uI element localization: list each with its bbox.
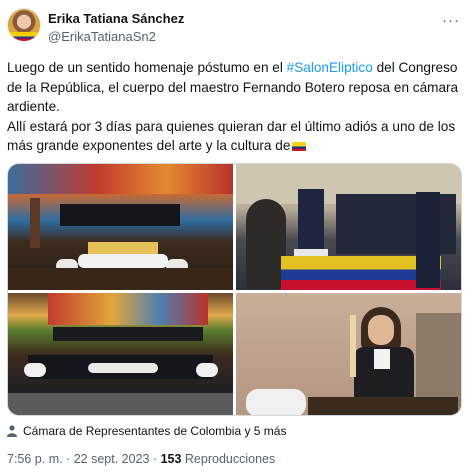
views-count: 153 [160,452,182,466]
tweet-text-part: Allí estará por 3 días para quienes quie… [7,118,456,154]
tweet-text-part: Luego de un sentido homenaje póstumo en … [7,60,287,75]
timestamp[interactable]: 7:56 p. m. · 22 sept. 2023 · [7,452,161,466]
hashtag-link[interactable]: #SalonEliptico [287,60,373,75]
tweet-meta: 7:56 p. m. · 22 sept. 2023 · 153 Reprodu… [7,452,275,466]
person-tag-icon [7,425,17,437]
more-icon[interactable]: ··· [442,12,460,29]
author-name[interactable]: Erika Tatiana Sánchez [48,11,184,26]
media-grid [7,163,462,416]
location-text: Cámara de Representantes de Colombia y 5… [23,424,287,438]
views-label: Reproducciones [181,452,276,466]
location-tag[interactable]: Cámara de Representantes de Colombia y 5… [7,424,286,438]
tweet-text: Luego de un sentido homenaje póstumo en … [7,58,462,156]
author-handle[interactable]: @ErikaTatianaSn2 [48,29,156,44]
avatar[interactable] [7,8,41,42]
photo-speaker-podium[interactable] [236,293,461,415]
photo-coffin-ceremony[interactable] [8,164,233,290]
photo-elliptical-hall[interactable] [8,293,233,415]
photo-honor-guard[interactable] [236,164,461,290]
colombia-flag-icon [292,142,307,152]
